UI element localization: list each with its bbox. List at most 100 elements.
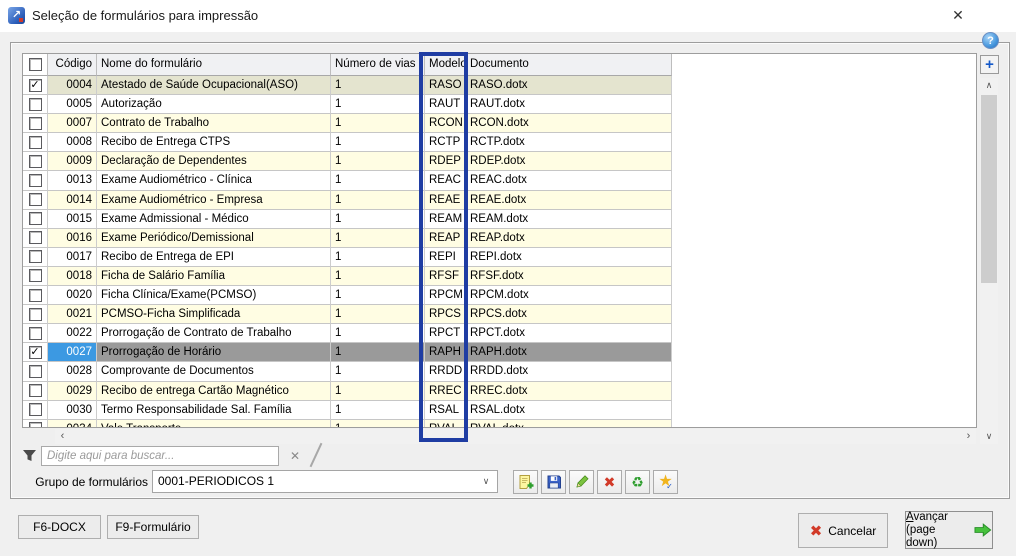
cell-modelo[interactable]: RCON (425, 114, 466, 133)
cell-nome[interactable]: Prorrogação de Contrato de Trabalho (97, 324, 331, 343)
cell-documento[interactable]: REAC.dotx (466, 171, 672, 190)
cell-vias[interactable]: 1 (331, 133, 425, 152)
cell-codigo[interactable]: 0013 (48, 171, 97, 190)
cell-vias[interactable]: 1 (331, 420, 425, 428)
cell-modelo[interactable]: REAP (425, 229, 466, 248)
close-icon[interactable]: ✕ (936, 0, 980, 30)
cell-vias[interactable]: 1 (331, 76, 425, 95)
cell-documento[interactable]: RREC.dotx (466, 382, 672, 401)
cell-nome[interactable]: Exame Admissional - Médico (97, 210, 331, 229)
vertical-scrollbar[interactable]: ∧ ∨ (980, 78, 998, 444)
cell-codigo[interactable]: 0004 (48, 76, 97, 95)
cell-vias[interactable]: 1 (331, 248, 425, 267)
scroll-up-icon[interactable]: ∧ (980, 78, 998, 93)
cell-documento[interactable]: REAE.dotx (466, 191, 672, 210)
cell-codigo[interactable]: 0029 (48, 382, 97, 401)
cell-nome[interactable]: Vale Transporte (97, 420, 331, 428)
cell-documento[interactable]: RAUT.dotx (466, 95, 672, 114)
table-row[interactable]: 0017Recibo de Entrega de EPI1REPIREPI.do… (23, 248, 672, 267)
refresh-group-button[interactable]: ♻ (625, 470, 650, 494)
new-group-button[interactable] (513, 470, 538, 494)
header-documento[interactable]: Documento (466, 54, 672, 76)
row-checkbox[interactable] (29, 231, 42, 244)
cell-modelo[interactable]: RFSF (425, 267, 466, 286)
cell-modelo[interactable]: RASO (425, 76, 466, 95)
cell-codigo[interactable]: 0008 (48, 133, 97, 152)
cell-modelo[interactable]: RPCT (425, 324, 466, 343)
row-checkbox[interactable] (29, 174, 42, 187)
row-checkbox[interactable] (29, 384, 42, 397)
cell-nome[interactable]: Declaração de Dependentes (97, 152, 331, 171)
cell-codigo[interactable]: 0030 (48, 401, 97, 420)
table-row[interactable]: 0007Contrato de Trabalho1RCONRCON.dotx (23, 114, 672, 133)
cell-vias[interactable]: 1 (331, 401, 425, 420)
row-checkbox[interactable] (29, 365, 42, 378)
cell-vias[interactable]: 1 (331, 286, 425, 305)
cell-documento[interactable]: RPCS.dotx (466, 305, 672, 324)
cell-vias[interactable]: 1 (331, 362, 425, 381)
row-checkbox[interactable] (29, 193, 42, 206)
table-row[interactable]: 0018Ficha de Salário Família1RFSFRFSF.do… (23, 267, 672, 286)
cell-documento[interactable]: RSAL.dotx (466, 401, 672, 420)
cell-nome[interactable]: Autorização (97, 95, 331, 114)
cell-codigo[interactable]: 0027 (48, 343, 97, 362)
row-checkbox[interactable] (29, 98, 42, 111)
table-row[interactable]: 0020Ficha Clínica/Exame(PCMSO)1RPCMRPCM.… (23, 286, 672, 305)
table-row[interactable]: 0034Vale Transporte1RVALRVAL.dotx (23, 420, 672, 428)
horizontal-scrollbar[interactable]: ‹ › (55, 429, 976, 444)
vertical-scroll-thumb[interactable] (981, 95, 997, 283)
row-checkbox[interactable]: ✓ (29, 346, 42, 359)
table-row[interactable]: 0021PCMSO-Ficha Simplificada1RPCSRPCS.do… (23, 305, 672, 324)
row-checkbox[interactable] (29, 422, 42, 428)
cell-codigo[interactable]: 0016 (48, 229, 97, 248)
row-checkbox[interactable] (29, 327, 42, 340)
delete-group-button[interactable]: ✖ (597, 470, 622, 494)
cell-vias[interactable]: 1 (331, 343, 425, 362)
row-checkbox[interactable] (29, 289, 42, 302)
grupo-combobox[interactable]: 0001-PERIODICOS 1 ∨ (152, 470, 498, 493)
cell-nome[interactable]: Recibo de Entrega CTPS (97, 133, 331, 152)
cell-documento[interactable]: RVAL.dotx (466, 420, 672, 428)
cell-modelo[interactable]: REPI (425, 248, 466, 267)
table-row[interactable]: ✓0027Prorrogação de Horário1RAPHRAPH.dot… (23, 343, 672, 362)
cell-modelo[interactable]: RAUT (425, 95, 466, 114)
cell-codigo[interactable]: 0034 (48, 420, 97, 428)
cell-documento[interactable]: REAM.dotx (466, 210, 672, 229)
table-row[interactable]: ✓0004Atestado de Saúde Ocupacional(ASO)1… (23, 76, 672, 95)
cell-modelo[interactable]: RPCM (425, 286, 466, 305)
cell-codigo[interactable]: 0021 (48, 305, 97, 324)
cell-modelo[interactable]: REAM (425, 210, 466, 229)
cell-documento[interactable]: RDEP.dotx (466, 152, 672, 171)
cell-nome[interactable]: Ficha Clínica/Exame(PCMSO) (97, 286, 331, 305)
cell-modelo[interactable]: RVAL (425, 420, 466, 428)
cell-vias[interactable]: 1 (331, 267, 425, 286)
header-modelo[interactable]: Modelo (425, 54, 466, 76)
cell-vias[interactable]: 1 (331, 152, 425, 171)
cell-codigo[interactable]: 0018 (48, 267, 97, 286)
cell-modelo[interactable]: REAC (425, 171, 466, 190)
row-checkbox[interactable]: ✓ (29, 79, 42, 92)
cell-vias[interactable]: 1 (331, 95, 425, 114)
table-row[interactable]: 0029Recibo de entrega Cartão Magnético1R… (23, 382, 672, 401)
f6-docx-button[interactable]: F6-DOCX (18, 515, 101, 539)
cell-documento[interactable]: RASO.dotx (466, 76, 672, 95)
table-row[interactable]: 0009Declaração de Dependentes1RDEPRDEP.d… (23, 152, 672, 171)
cell-modelo[interactable]: REAE (425, 191, 466, 210)
cell-documento[interactable]: RCON.dotx (466, 114, 672, 133)
cell-vias[interactable]: 1 (331, 114, 425, 133)
cell-documento[interactable]: RRDD.dotx (466, 362, 672, 381)
cell-codigo[interactable]: 0028 (48, 362, 97, 381)
cell-nome[interactable]: Exame Periódico/Demissional (97, 229, 331, 248)
cell-vias[interactable]: 1 (331, 191, 425, 210)
cell-modelo[interactable]: RRDD (425, 362, 466, 381)
select-all-checkbox[interactable] (29, 58, 42, 71)
header-select-all-cell[interactable] (23, 54, 48, 76)
cell-codigo[interactable]: 0017 (48, 248, 97, 267)
cell-vias[interactable]: 1 (331, 171, 425, 190)
add-row-button[interactable]: + (980, 55, 999, 74)
cell-codigo[interactable]: 0015 (48, 210, 97, 229)
table-row[interactable]: 0008Recibo de Entrega CTPS1RCTPRCTP.dotx (23, 133, 672, 152)
f9-formulario-button[interactable]: F9-Formulário (107, 515, 199, 539)
cell-codigo[interactable]: 0007 (48, 114, 97, 133)
table-row[interactable]: 0030Termo Responsabilidade Sal. Família1… (23, 401, 672, 420)
